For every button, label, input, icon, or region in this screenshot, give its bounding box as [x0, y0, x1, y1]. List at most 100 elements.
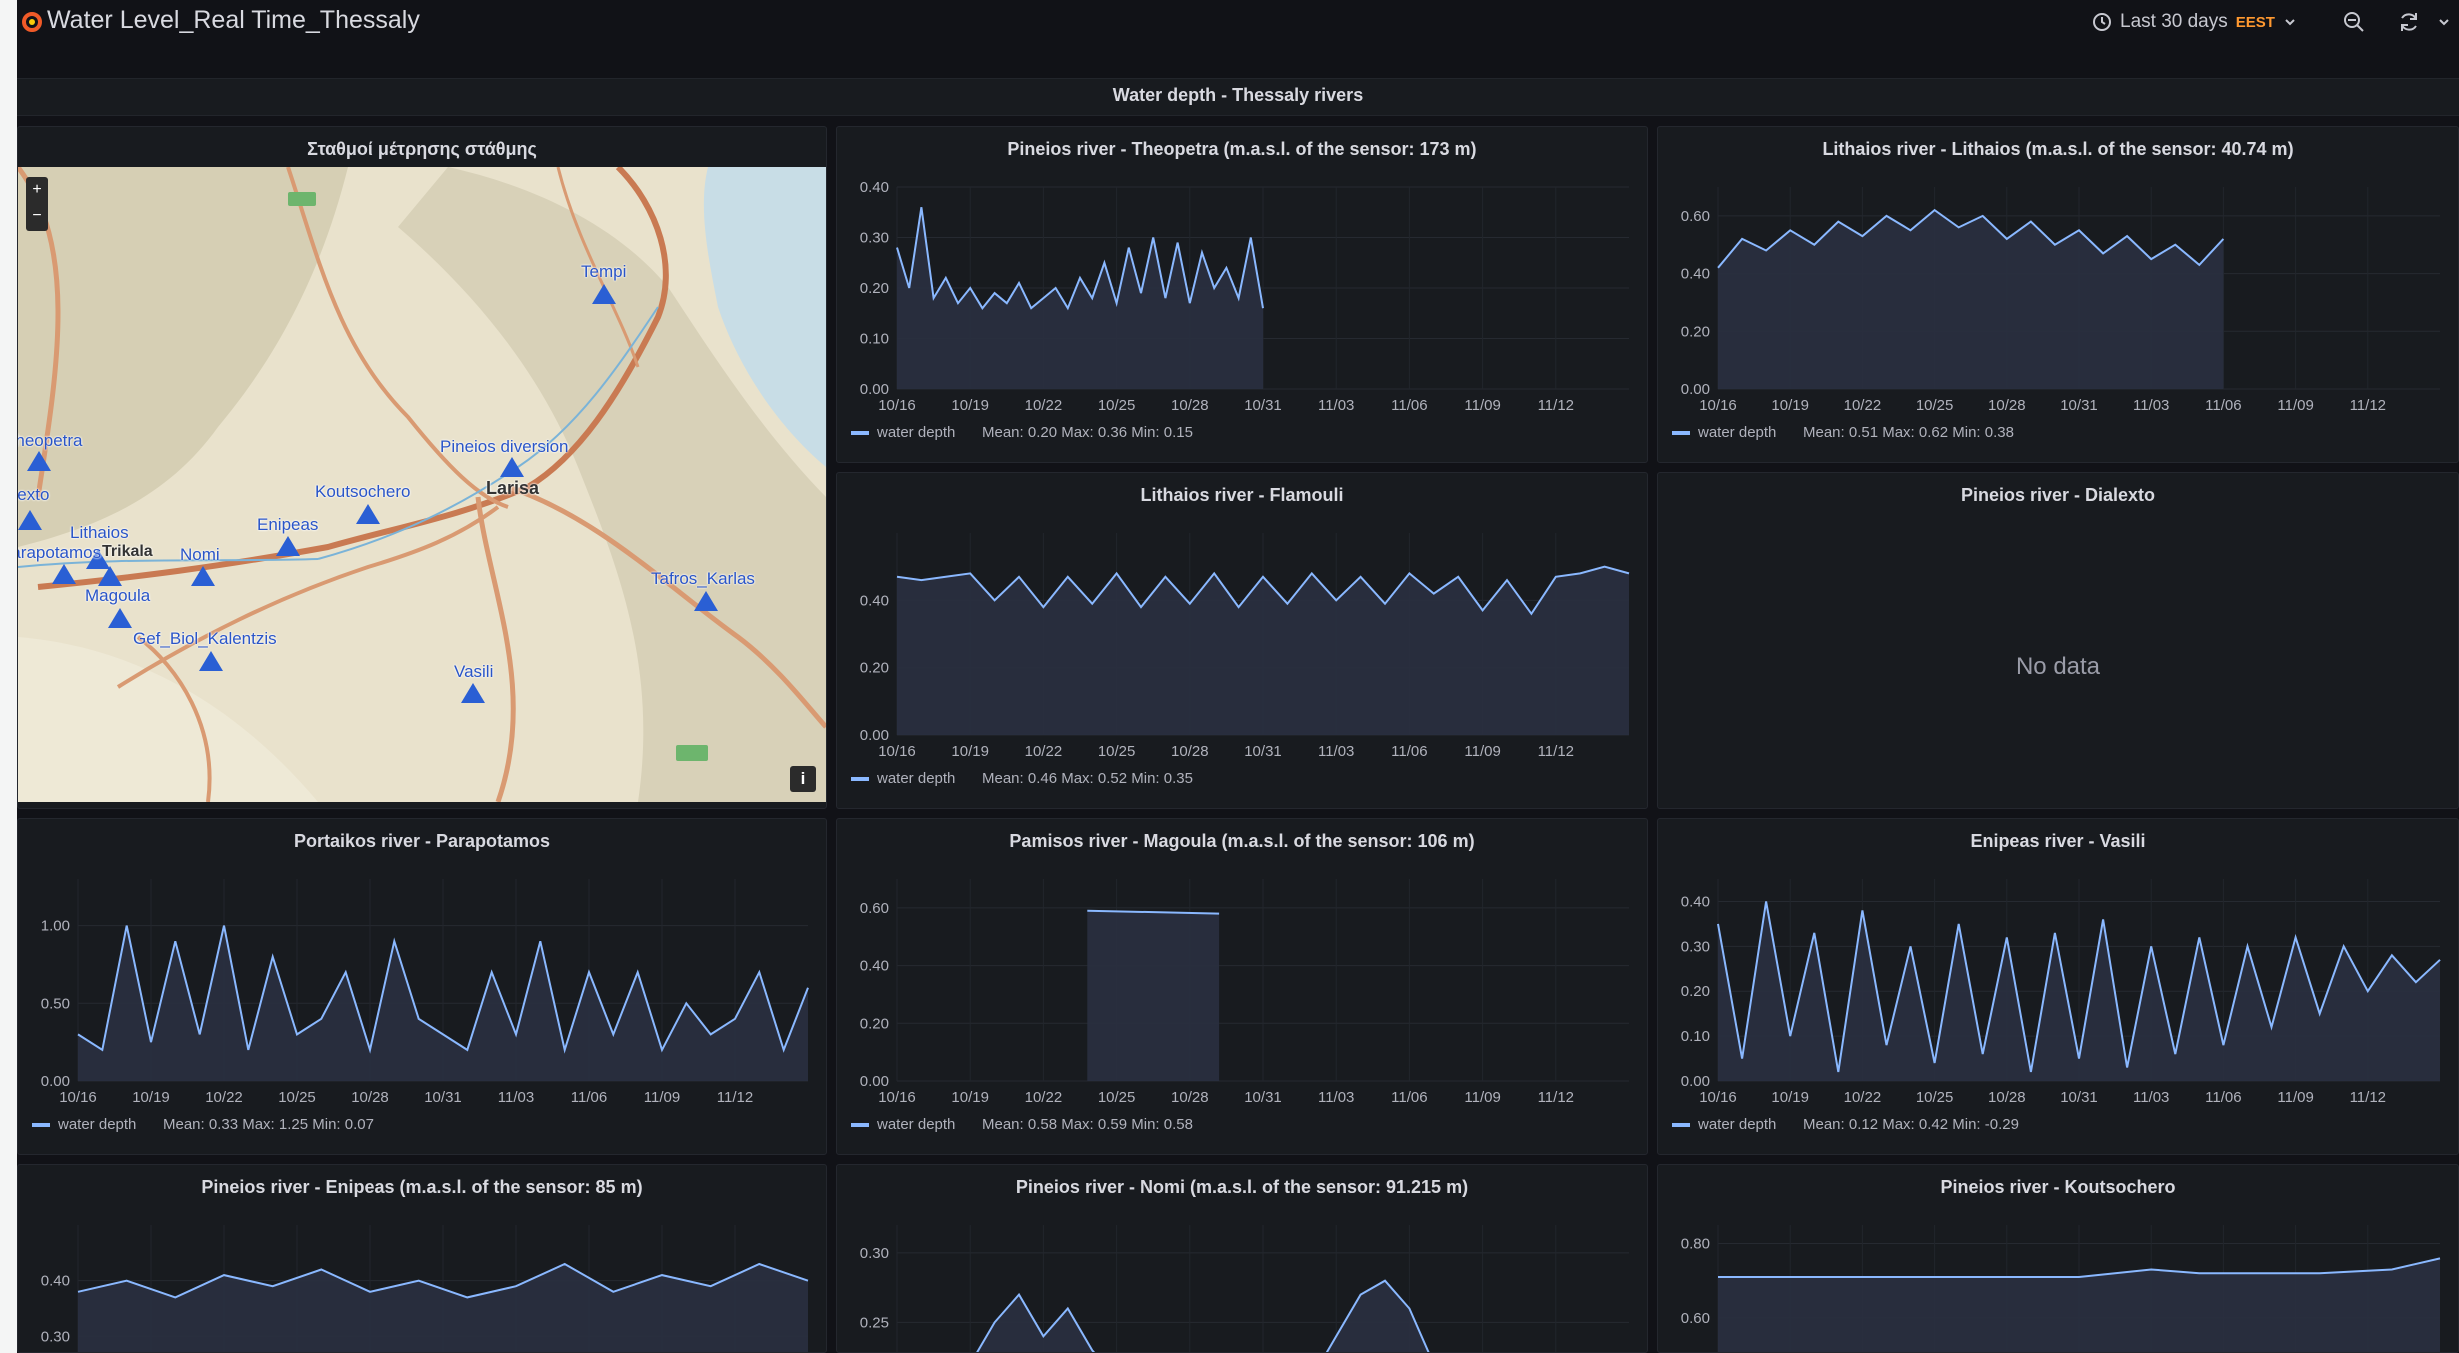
timeseries-panel-flamouli[interactable]: 0.00 0.20 0.40 10/16 10/19 10/22 10/25 10/28 10/… — [836, 472, 1648, 809]
station-marker[interactable] — [592, 284, 616, 304]
legend-series-name: water depth — [876, 1116, 955, 1133]
map-attribution-button[interactable]: i — [790, 766, 816, 792]
station-marker[interactable] — [191, 566, 215, 586]
station-marker[interactable] — [18, 510, 42, 530]
panel-title: Pineios river - Theopetra (m.a.s.l. of t… — [1007, 139, 1477, 159]
station-marker[interactable] — [27, 451, 51, 471]
series-area — [897, 207, 1263, 389]
dashboard-row-header[interactable]: Water depth - Thessaly rivers — [17, 78, 2459, 116]
x-tick-label: 11/06 — [2205, 397, 2241, 414]
panel-title: Enipeas river - Vasili — [1970, 831, 2146, 851]
timeseries-panel-koutsochero[interactable]: 0.60 0.80 Pineios river - Koutsochero — [1657, 1164, 2459, 1353]
x-tick-label: 10/31 — [2060, 1089, 2098, 1106]
station-label: Enipeas — [257, 515, 319, 534]
dashboard-title[interactable]: Water Level_Real Time_Thessaly — [47, 6, 420, 35]
x-tick-label: 10/25 — [278, 1089, 316, 1106]
panel-title: Pineios river - Koutsochero — [1940, 1177, 2176, 1197]
timeseries-panel-dialexto[interactable]: Pineios river - Dialexto No data — [1657, 472, 2459, 809]
station-map[interactable]: + − i Larisa Trikala Tempi Theopetra Pin… — [18, 167, 826, 802]
x-tick-label: 10/28 — [1988, 397, 2026, 414]
station-marker[interactable] — [199, 651, 223, 671]
x-tick-label: 11/03 — [2133, 397, 2169, 414]
zoom-in-button[interactable]: + — [26, 177, 48, 203]
x-tick-label: 10/25 — [1916, 397, 1954, 414]
x-tick-label: 10/16 — [878, 743, 916, 760]
y-tick-label: 0.00 — [1681, 381, 1710, 398]
legend-series-name: water depth — [1697, 424, 1776, 441]
timeseries-panel-vasili[interactable]: 0.00 0.10 0.20 0.30 0.40 10/16 10/19 10/22 10/25… — [1657, 818, 2459, 1155]
x-tick-label: 11/12 — [1538, 397, 1574, 414]
x-tick-label: 11/03 — [1318, 397, 1354, 414]
x-tick-label: 11/12 — [2350, 397, 2386, 414]
x-tick-label: 10/19 — [1771, 397, 1809, 414]
y-tick-label: 0.50 — [41, 995, 70, 1012]
no-data-message: No data — [2015, 653, 2101, 680]
zoom-out-button[interactable]: − — [26, 203, 48, 229]
timeseries-panel-lithaios[interactable]: 0.00 0.20 0.40 0.60 10/16 10/19 10/22 10/25 10/2… — [1657, 126, 2459, 463]
x-tick-label: 11/09 — [1464, 1089, 1500, 1106]
station-marker[interactable] — [276, 536, 300, 556]
x-tick-label: 11/09 — [2277, 397, 2313, 414]
x-tick-label: 10/25 — [1098, 397, 1136, 414]
x-tick-label: 10/19 — [132, 1089, 170, 1106]
station-marker[interactable] — [694, 591, 718, 611]
left-edge-strip — [0, 0, 17, 1353]
station-label: Koutsochero — [315, 482, 411, 501]
y-tick-label: 0.00 — [1681, 1073, 1710, 1090]
y-tick-label: 0.20 — [1681, 323, 1710, 340]
y-tick-label: 0.40 — [1681, 266, 1710, 283]
series-area — [1087, 910, 1220, 1081]
timeseries-panel-enipeas[interactable]: 0.30 0.40 Pineios river - Enipeas (m.a.s.… — [17, 1164, 827, 1353]
x-tick-label: 10/16 — [878, 397, 916, 414]
series-area — [897, 566, 1629, 735]
y-tick-label: 0.60 — [860, 900, 889, 917]
x-tick-label: 11/09 — [2277, 1089, 2313, 1106]
timeseries-panel-parapotamos[interactable]: 0.00 0.50 1.00 10/16 10/19 10/22 10/25 10/28 10/… — [17, 818, 827, 1155]
station-label: Nomi — [180, 545, 220, 564]
x-tick-label: 11/06 — [571, 1089, 607, 1106]
x-tick-label: 11/12 — [717, 1089, 753, 1106]
chevron-down-icon — [2285, 19, 2295, 26]
station-label: Parapotamos — [18, 543, 102, 562]
top-bar: Water Level_Real Time_Thessaly Last 30 d… — [17, 0, 2459, 44]
time-range-picker[interactable]: Last 30 days EEST — [2092, 8, 2297, 36]
station-marker[interactable] — [461, 683, 485, 703]
y-tick-label: 0.30 — [860, 230, 889, 247]
x-tick-label: 10/19 — [951, 743, 989, 760]
timeseries-panel-magoula[interactable]: 0.00 0.20 0.40 0.60 10/16 10/19 10/22 10/25 10/2… — [836, 818, 1648, 1155]
x-tick-label: 11/06 — [1391, 397, 1427, 414]
x-tick-label: 10/28 — [1171, 1089, 1209, 1106]
station-marker[interactable] — [108, 608, 132, 628]
refresh-icon[interactable] — [2397, 8, 2421, 36]
y-tick-label: 0.10 — [1681, 1028, 1710, 1045]
legend-swatch — [32, 1123, 50, 1127]
station-label: Vasili — [454, 662, 494, 681]
map-zoom-control[interactable]: + − — [26, 177, 48, 231]
chart-plot: 0.00 0.20 0.40 0.60 10/16 10/19 10/22 10/25 10/2… — [851, 879, 1629, 1133]
legend-stats: Mean: 0.46 Max: 0.52 Min: 0.35 — [982, 770, 1193, 787]
timezone-badge: EEST — [2235, 13, 2275, 31]
x-tick-label: 11/06 — [1391, 1089, 1427, 1106]
station-marker[interactable] — [98, 566, 122, 586]
x-tick-label: 10/22 — [1025, 397, 1063, 414]
zoom-out-icon[interactable] — [2342, 8, 2366, 36]
y-tick-label: 0.40 — [860, 592, 889, 609]
row-title: Water depth - Thessaly rivers — [1112, 85, 1364, 105]
timeseries-panel-nomi[interactable]: 0.25 0.30 Pineios river - Nomi (m.a.s.l. … — [836, 1164, 1648, 1353]
y-tick-label: 0.20 — [860, 660, 889, 677]
station-marker[interactable] — [356, 504, 380, 524]
grafana-logo-icon[interactable] — [21, 8, 43, 34]
station-label: Tafros_Karlas — [651, 569, 755, 588]
x-tick-label: 10/22 — [205, 1089, 243, 1106]
x-tick-label: 10/31 — [1244, 397, 1282, 414]
chart-plot: 0.00 0.10 0.20 0.30 0.40 10/16 10/19 10/22 10/25… — [1672, 879, 2441, 1133]
y-tick-label: 0.40 — [860, 179, 889, 196]
map-panel[interactable]: Σταθμοί μέτρησης στάθμης + − i Larisa Tr… — [17, 126, 827, 809]
timeseries-panel-theopetra[interactable]: 0.00 0.10 0.20 0.30 0.40 10/16 10/19 10/22 10/25… — [836, 126, 1648, 463]
chevron-down-icon[interactable] — [2437, 8, 2451, 36]
y-tick-label: 0.20 — [1681, 983, 1710, 1000]
station-marker[interactable] — [52, 564, 76, 584]
station-marker[interactable] — [500, 457, 524, 477]
legend-swatch — [1672, 431, 1690, 435]
panel-title: Lithaios river - Flamouli — [1140, 485, 1344, 505]
